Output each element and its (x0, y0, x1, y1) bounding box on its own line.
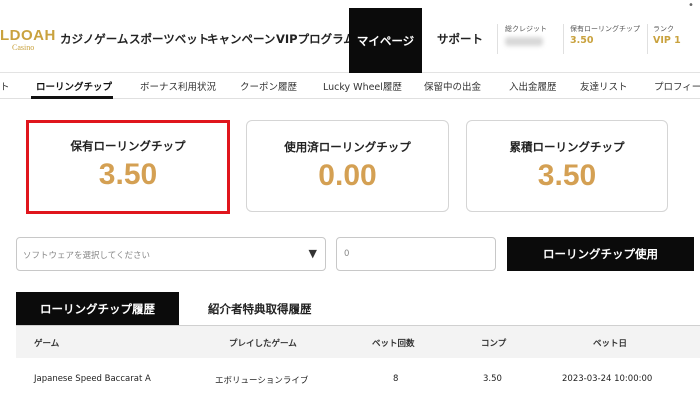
card-title: 保有ローリングチップ (70, 139, 186, 153)
logo-text: LDOAH (0, 27, 56, 44)
nav-campaign[interactable]: キャンペーン (207, 31, 275, 47)
chip-amount-input[interactable]: 0 (336, 237, 496, 271)
card-value: 0.00 (318, 159, 377, 192)
stat-divider (497, 24, 498, 54)
cell-comp: 3.50 (483, 374, 502, 384)
tab-rolling-chip-history[interactable]: ローリングチップ履歴 (16, 292, 179, 325)
column-header-game: ゲーム (34, 339, 60, 349)
nav-mypage[interactable]: マイページ (349, 8, 422, 73)
nav-vip-program[interactable]: VIPプログラム (276, 31, 355, 47)
column-header-comp: コンプ (481, 339, 507, 349)
nav-casino-games[interactable]: カジノゲーム (60, 31, 128, 47)
nav-support[interactable]: サポート (437, 31, 483, 47)
subtab-profile[interactable]: プロフィー (654, 79, 700, 93)
card-value: 3.50 (537, 159, 597, 192)
stat-rolling-chip: 保有ローリングチップ 3.50 (570, 24, 640, 48)
subtab-friend-list[interactable]: 友達リスト (580, 79, 628, 93)
card-value: 3.50 (98, 158, 158, 191)
subtab-rolling-chip[interactable]: ローリングチップ (36, 79, 112, 93)
subtab-bonus-status[interactable]: ボーナス利用状況 (140, 79, 216, 93)
stat-label: 総クレジット (505, 25, 547, 33)
logo-subtext: Casino (12, 43, 35, 52)
stat-divider (563, 24, 564, 54)
card-held-rolling-chip: 保有ローリングチップ 3.50 (26, 120, 230, 214)
stat-label: ランク (653, 25, 674, 33)
card-title: 使用済ローリングチップ (284, 140, 411, 154)
cell-played-game: エボリューションライブ (215, 376, 309, 386)
site-header: LDOAH Casino カジノゲーム スポーツベット キャンペーン VIPプロ… (0, 0, 700, 73)
stat-total-credit: 総クレジット (505, 24, 547, 46)
subtab-deposit-withdrawal-history[interactable]: 入出金履歴 (509, 79, 557, 93)
chip-amount-value: 0 (344, 249, 350, 259)
card-used-rolling-chip: 使用済ローリングチップ 0.00 (246, 120, 449, 212)
column-header-bet-count: ベット回数 (372, 339, 415, 349)
site-logo[interactable]: LDOAH Casino (0, 27, 56, 53)
stat-value: 3.50 (570, 35, 594, 46)
tab-referrer-bonus-history[interactable]: 紹介者特典取得履歴 (208, 301, 312, 317)
subtab-pending-withdrawal[interactable]: 保留中の出金 (424, 79, 481, 93)
subtab-coupon-history[interactable]: クーポン履歴 (240, 79, 297, 93)
cell-game: Japanese Speed Baccarat A (34, 374, 151, 384)
nav-sports-bet[interactable]: スポーツベット (129, 31, 209, 47)
card-title: 累積ローリングチップ (509, 140, 625, 154)
card-accumulated-rolling-chip: 累積ローリングチップ 3.50 (466, 120, 668, 212)
use-rolling-chip-button[interactable]: ローリングチップ使用 (507, 237, 694, 271)
software-select-placeholder: ソフトウェアを選択してください (23, 251, 150, 261)
stat-value: VIP 1 (653, 35, 681, 46)
stat-label: 保有ローリングチップ (570, 25, 640, 33)
cell-bet-date: 2023-03-24 10:00:00 (562, 374, 653, 384)
stat-value-blurred (505, 37, 543, 46)
caret-down-icon: ▼ (308, 247, 317, 260)
software-select[interactable]: ソフトウェアを選択してください ▼ (16, 237, 326, 271)
subtab-truncated[interactable]: ト (0, 79, 10, 93)
subtab-lucky-wheel-history[interactable]: Lucky Wheel履歴 (323, 79, 402, 93)
stat-rank: ランク VIP 1 (653, 24, 681, 48)
cell-bet-count: 8 (393, 374, 399, 384)
active-subtab-indicator (31, 96, 113, 99)
column-header-played-game: プレイしたゲーム (229, 339, 297, 349)
column-header-bet-date: ベット日 (593, 339, 628, 349)
more-dots-icon[interactable]: • (688, 0, 694, 11)
stat-divider (647, 24, 648, 54)
